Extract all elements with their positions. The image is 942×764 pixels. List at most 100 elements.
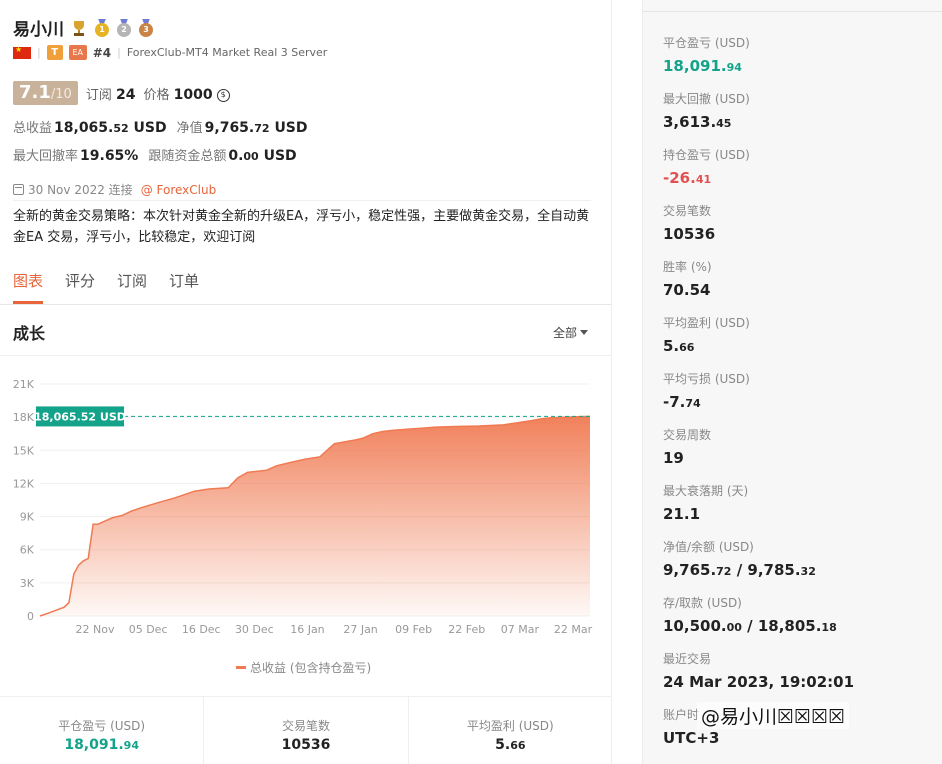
- coin-icon: $: [216, 88, 230, 102]
- stat-label: 最大衰落期 (天): [663, 484, 749, 498]
- stat-label: 最近交易: [663, 652, 712, 666]
- y-tick-label: 0: [27, 610, 34, 623]
- stat-value: 10536: [663, 225, 716, 243]
- stat-item: 平均盈利 (USD) 5.66: [663, 314, 933, 370]
- follow-funds-label: 跟随资金总额: [148, 149, 227, 164]
- tag-t-badge: T: [46, 45, 63, 60]
- tab-bar: 图表 评分 订阅 订单: [13, 270, 199, 304]
- server-name: ForexClub-MT4 Market Real 3 Server: [126, 46, 328, 59]
- x-tick-label: 22 Mar: [554, 623, 593, 636]
- x-tick-label: 16 Dec: [182, 623, 221, 636]
- stat-value: 70.54: [663, 281, 711, 299]
- subscribe-count: 订阅 24: [85, 86, 136, 103]
- stat-item: 最近交易 24 Mar 2023, 19:02:01: [663, 650, 933, 706]
- price: 价格 1000 $: [143, 84, 230, 103]
- stat-value: 5.66: [663, 337, 695, 355]
- stat-item: 交易笔数 10536: [663, 202, 933, 258]
- equity-label: 净值: [176, 121, 203, 136]
- drawdown-value: 19.65%: [80, 148, 139, 164]
- y-tick-label: 12K: [13, 477, 35, 490]
- stat-label: 平仓盈亏 (USD): [663, 36, 750, 50]
- x-tick-label: 22 Nov: [76, 623, 115, 636]
- range-dropdown[interactable]: 全部: [553, 324, 589, 341]
- silver-medal-icon: 2: [116, 18, 132, 37]
- area-fill: [40, 416, 590, 616]
- summary-value: 18,091.94: [64, 737, 139, 753]
- total-profit-label: 总收益: [13, 121, 53, 136]
- y-tick-label: 9K: [20, 511, 35, 524]
- stat-value: 18,091.94: [663, 57, 742, 75]
- stat-label: 存/取款 (USD): [663, 596, 742, 610]
- x-tick-label: 05 Dec: [129, 623, 168, 636]
- x-tick-label: 27 Jan: [343, 623, 377, 636]
- growth-title: 成长: [13, 324, 46, 343]
- equity-value: 9,765.72 USD: [204, 120, 308, 136]
- right-stats-panel: 平仓盈亏 (USD) 18,091.94 最大回撤 (USD) 3,613.45 持仓盈…: [642, 0, 942, 764]
- stat-value: -26.41: [663, 169, 712, 187]
- stat-value: -7.74: [663, 393, 701, 411]
- stat-value: 3,613.45: [663, 113, 732, 131]
- stat-label: 持仓盈亏 (USD): [663, 148, 750, 162]
- summary-label: 平均盈利 (USD): [466, 719, 554, 733]
- stat-item: 平仓盈亏 (USD) 18,091.94: [663, 34, 933, 90]
- stat-label: 净值/余额 (USD): [663, 540, 754, 554]
- stat-item: 平均亏损 (USD) -7.74: [663, 370, 933, 426]
- summary-bar: 平仓盈亏 (USD) 18,091.94 交易笔数 10536 平均盈利 (USD) 5.…: [0, 697, 612, 764]
- stat-item: 净值/余额 (USD) 9,765.72 / 9,785.32: [663, 538, 933, 594]
- tab-chart[interactable]: 图表: [13, 270, 44, 304]
- watermark: @易小川☒☒☒☒: [697, 702, 850, 729]
- growth-chart[interactable]: 0 3K 6K 9K 12K 15K 18K 21K 18,065.52 USD 22 Nov 05…: [0, 360, 612, 690]
- tab-rating[interactable]: 评分: [65, 270, 95, 304]
- divider: [0, 355, 612, 356]
- y-tick-label: 3K: [20, 577, 35, 590]
- calendar-icon: [13, 184, 24, 195]
- x-tick-label: 30 Dec: [235, 623, 274, 636]
- legend-swatch: [236, 666, 246, 669]
- tab-subscribe[interactable]: 订阅: [117, 270, 147, 304]
- score-badge: 7.1 /10: [13, 81, 78, 105]
- bronze-medal-icon: 3: [138, 18, 154, 37]
- stat-value: 10,500.00 / 18,805.18: [663, 617, 837, 635]
- title-row: 易小川 1 2 3: [13, 15, 154, 40]
- x-tick-label: 16 Jan: [290, 623, 324, 636]
- total-profit-value: 18,065.52 USD: [54, 120, 167, 136]
- gold-medal-icon: 1: [94, 18, 110, 37]
- rank-badge: #4: [92, 45, 112, 60]
- summary-cell: 平均盈利 (USD) 5.66: [409, 697, 612, 764]
- summary-value: 5.66: [495, 737, 526, 753]
- broker-link[interactable]: @ ForexClub: [141, 183, 217, 197]
- profit-equity-row: 总收益 18,065.52 USD 净值 9,765.72 USD: [13, 117, 308, 136]
- stat-label: 平均盈利 (USD): [663, 316, 750, 330]
- y-tick-label: 6K: [20, 544, 35, 557]
- chevron-down-icon: [580, 330, 589, 335]
- summary-cell: 平仓盈亏 (USD) 18,091.94: [0, 697, 205, 764]
- trader-name[interactable]: 易小川: [13, 15, 64, 40]
- stats-list: 平仓盈亏 (USD) 18,091.94 最大回撤 (USD) 3,613.45 持仓盈…: [663, 34, 933, 762]
- score-row: 7.1 /10 订阅 24 价格 1000 $: [13, 81, 230, 105]
- connect-date: 30 Nov 2022 连接: [28, 183, 133, 197]
- stat-label: 胜率 (%): [663, 260, 712, 274]
- stat-value: UTC+3: [663, 729, 720, 747]
- stat-label: 交易笔数: [663, 204, 712, 218]
- stat-label: 最大回撤 (USD): [663, 92, 750, 106]
- summary-label: 平仓盈亏 (USD): [58, 719, 146, 733]
- tag-ea-badge: EA: [68, 45, 87, 60]
- stat-item: 交易周数 19: [663, 426, 933, 482]
- stat-value: 9,765.72 / 9,785.32: [663, 561, 816, 579]
- stat-label: 平均亏损 (USD): [663, 372, 750, 386]
- tab-orders[interactable]: 订单: [169, 270, 199, 304]
- summary-label: 交易笔数: [281, 719, 330, 733]
- stat-value: 19: [663, 449, 684, 467]
- drawdown-follow-row: 最大回撤率 19.65% 跟随资金总额 0.00 USD: [13, 145, 297, 164]
- summary-cell: 交易笔数 10536: [204, 697, 409, 764]
- follow-funds-value: 0.00 USD: [228, 148, 297, 164]
- legend-label: 总收益 (包含持仓盈亏): [250, 660, 371, 675]
- connection-meta: 30 Nov 2022 连接 @ ForexClub: [13, 181, 216, 198]
- y-tick-label: 18K: [13, 411, 35, 424]
- china-flag-icon: [13, 45, 31, 59]
- stat-item: 存/取款 (USD) 10,500.00 / 18,805.18: [663, 594, 933, 650]
- reference-label: 18,065.52 USD: [34, 410, 126, 423]
- divider: [0, 304, 612, 305]
- x-tick-label: 07 Mar: [501, 623, 540, 636]
- strategy-description: 全新的黄金交易策略：本次针对黄金全新的升级EA，浮亏小，稳定性强，主要做黄金交易…: [13, 209, 590, 245]
